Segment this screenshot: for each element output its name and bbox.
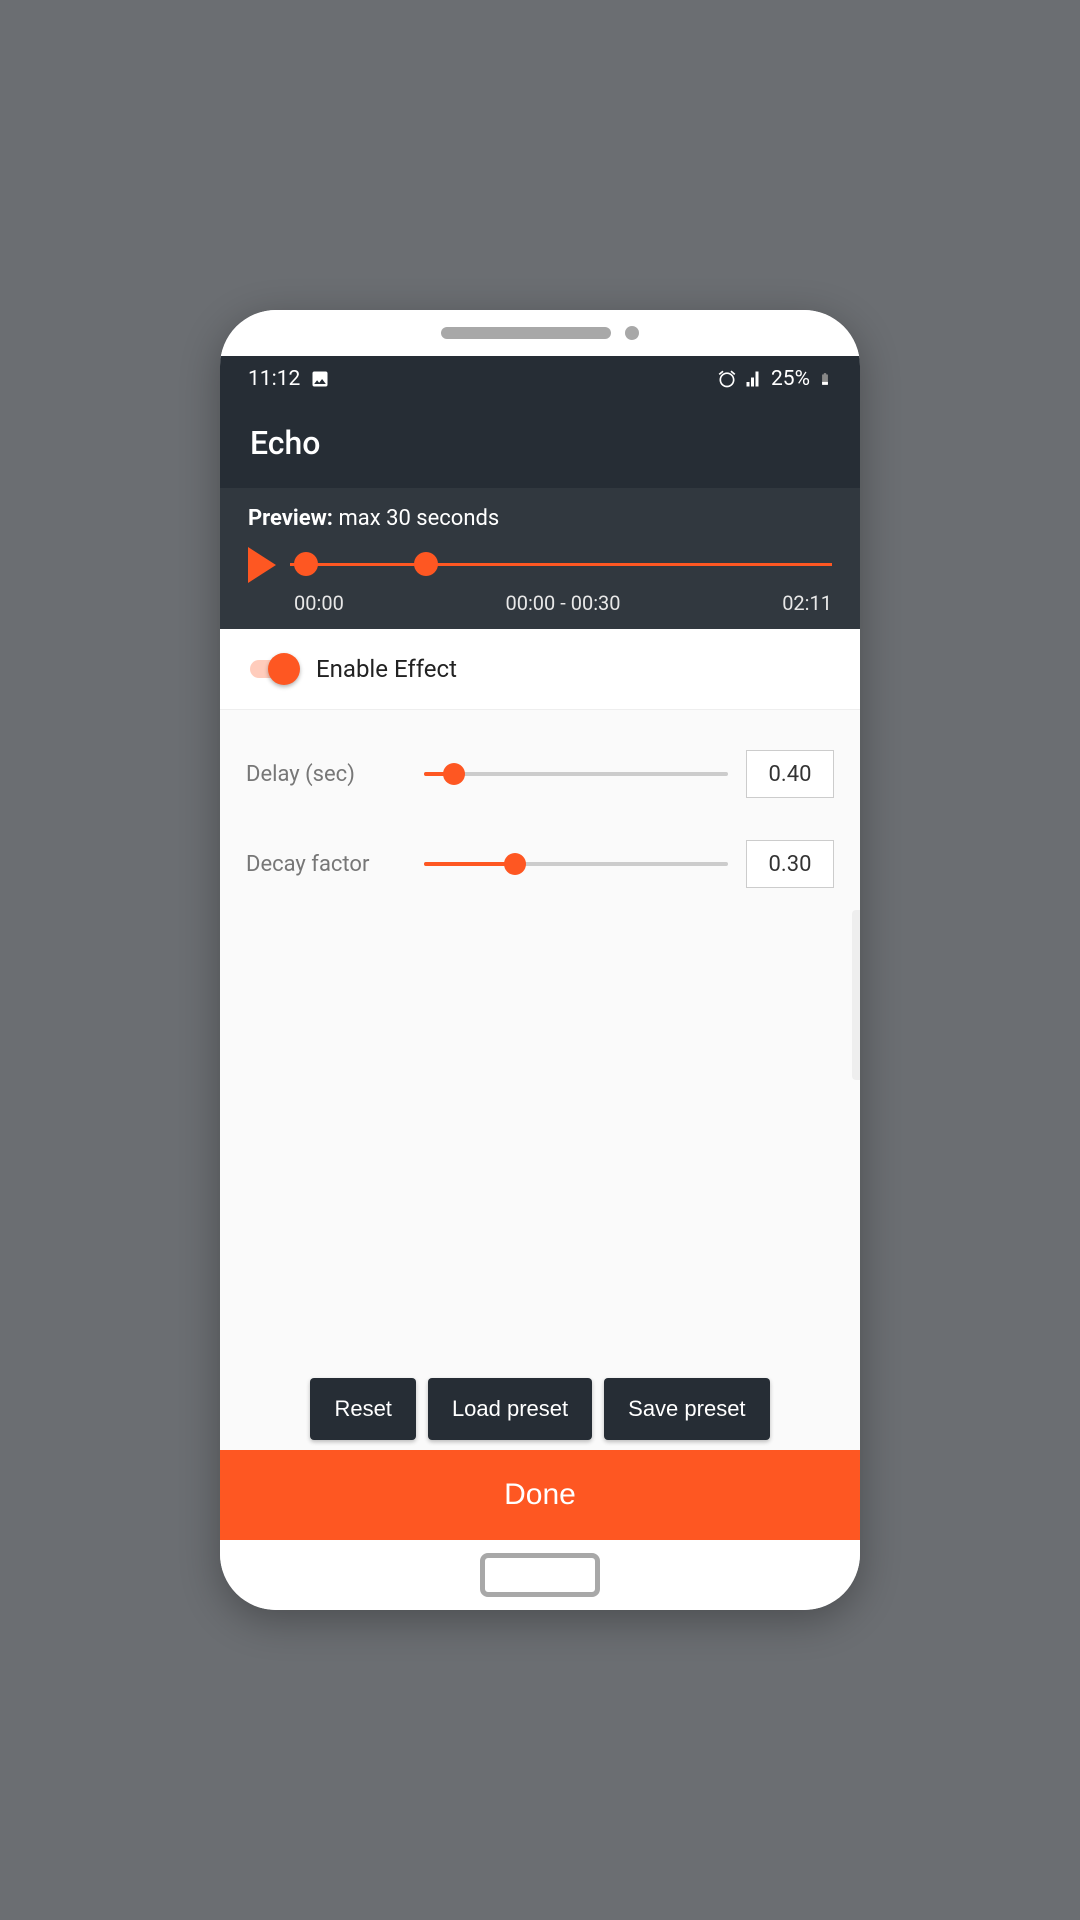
picture-icon — [310, 369, 330, 389]
done-button[interactable]: Done — [220, 1450, 860, 1540]
phone-bezel-bottom — [220, 1540, 860, 1610]
decay-value[interactable]: 0.30 — [746, 840, 834, 888]
phone-bezel-top — [220, 310, 860, 356]
status-time: 11:12 — [248, 367, 300, 391]
front-camera — [625, 326, 639, 340]
time-start: 00:00 — [294, 591, 344, 615]
enable-effect-toggle[interactable] — [250, 660, 294, 678]
time-end: 02:11 — [782, 591, 832, 615]
decay-row: Decay factor 0.30 — [246, 840, 834, 888]
signal-icon — [745, 370, 763, 388]
enable-effect-label: Enable Effect — [316, 655, 457, 683]
load-preset-button[interactable]: Load preset — [428, 1378, 592, 1440]
scroll-indicator[interactable] — [852, 910, 860, 1080]
delay-row: Delay (sec) 0.40 — [246, 750, 834, 798]
alarm-icon — [717, 369, 737, 389]
decay-slider[interactable] — [424, 852, 728, 876]
page-title: Echo — [220, 402, 860, 488]
preview-title: Preview: max 30 seconds — [248, 506, 832, 531]
reset-button[interactable]: Reset — [310, 1378, 415, 1440]
phone-frame: 11:12 25% Echo Preview: max 30 seconds 0… — [220, 310, 860, 1610]
enable-effect-row: Enable Effect — [220, 629, 860, 710]
save-preset-button[interactable]: Save preset — [604, 1378, 769, 1440]
range-handle-end[interactable] — [414, 552, 438, 576]
home-button[interactable] — [480, 1553, 600, 1597]
status-battery-pct: 25% — [771, 367, 810, 391]
battery-icon — [818, 369, 832, 389]
controls-panel: Delay (sec) 0.40 Decay factor 0.30 — [220, 710, 860, 1378]
delay-value[interactable]: 0.40 — [746, 750, 834, 798]
preview-panel: Preview: max 30 seconds 00:00 00:00 - 00… — [220, 488, 860, 629]
preview-range-slider[interactable] — [290, 545, 832, 585]
preset-button-row: Reset Load preset Save preset — [220, 1378, 860, 1450]
time-range: 00:00 - 00:30 — [505, 591, 620, 615]
delay-label: Delay (sec) — [246, 762, 406, 787]
play-icon[interactable] — [248, 547, 276, 583]
status-bar: 11:12 25% — [220, 356, 860, 402]
delay-slider[interactable] — [424, 762, 728, 786]
speaker-slot — [441, 327, 611, 339]
range-handle-start[interactable] — [294, 552, 318, 576]
decay-label: Decay factor — [246, 852, 406, 877]
